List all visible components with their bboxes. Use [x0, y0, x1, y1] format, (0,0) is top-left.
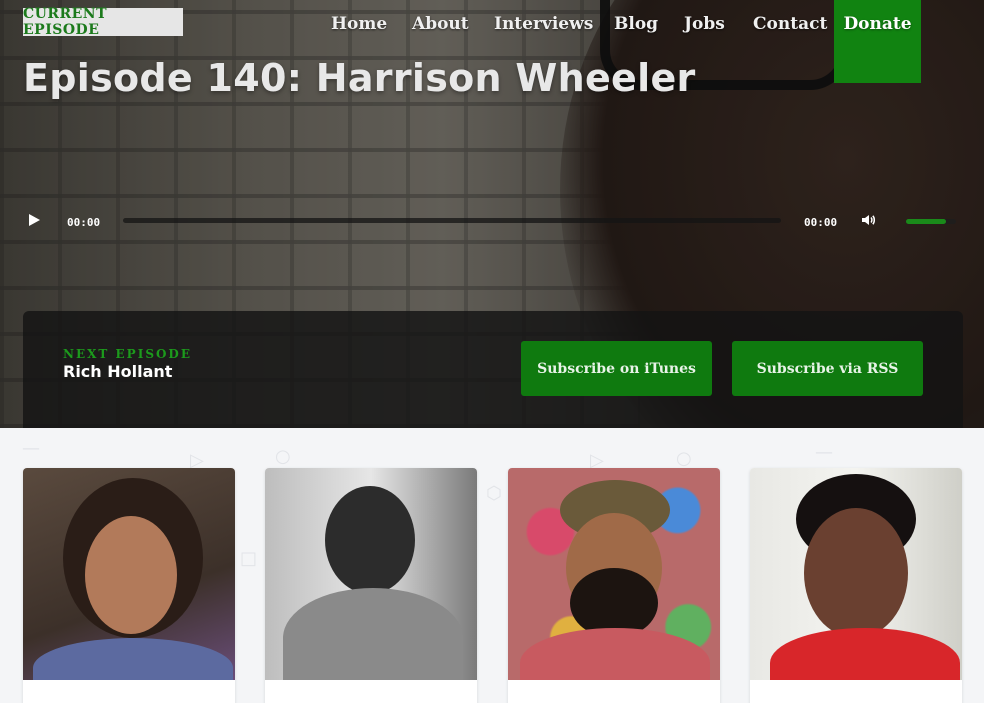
progress-track[interactable]	[123, 218, 781, 223]
decor-hexagon-icon: ⬡	[486, 483, 502, 504]
guest-grid: — ▷ ○ ⬡ ▷ ○ □ —	[0, 428, 984, 703]
guest-photo-1	[23, 468, 235, 680]
volume-icon[interactable]	[860, 212, 876, 228]
volume-level	[906, 219, 946, 224]
guest-card[interactable]	[508, 468, 720, 703]
donate-button[interactable]: Donate	[834, 0, 921, 83]
subscribe-itunes-button[interactable]: Subscribe on iTunes	[521, 341, 712, 396]
nav-blog[interactable]: Blog	[614, 14, 658, 34]
next-episode-bar: NEXT EPISODE Rich Hollant Subscribe on i…	[23, 311, 963, 428]
guest-photo-2	[265, 468, 477, 680]
guest-photo-3	[508, 468, 720, 680]
volume-slider[interactable]	[906, 219, 956, 224]
guest-card[interactable]	[23, 468, 235, 703]
decor-dash-icon: —	[22, 438, 40, 459]
audio-player: 00:00 00:00	[0, 205, 984, 237]
next-episode-label: NEXT EPISODE	[63, 347, 192, 361]
decor-circle-icon: ○	[676, 448, 692, 469]
nav-interviews[interactable]: Interviews	[494, 14, 593, 34]
play-icon[interactable]	[29, 214, 40, 226]
current-time: 00:00	[67, 216, 101, 229]
nav-contact[interactable]: Contact	[753, 14, 827, 34]
nav-home[interactable]: Home	[331, 14, 387, 34]
nav-about[interactable]: About	[412, 14, 469, 34]
decor-circle-icon: ○	[275, 446, 291, 467]
nav-jobs[interactable]: Jobs	[684, 14, 725, 34]
subscribe-rss-button[interactable]: Subscribe via RSS	[732, 341, 923, 396]
decor-square-icon: □	[240, 548, 258, 569]
decor-dash-icon: —	[815, 442, 833, 463]
guest-card[interactable]	[750, 468, 962, 703]
guest-card[interactable]	[265, 468, 477, 703]
duration-time: 00:00	[804, 216, 838, 229]
episode-title: Episode 140: Harrison Wheeler	[23, 56, 696, 100]
hero-banner: CURRENT EPISODE Home About Interviews Bl…	[0, 0, 984, 428]
next-episode-name[interactable]: Rich Hollant	[63, 362, 172, 381]
guest-photo-4	[750, 468, 962, 680]
